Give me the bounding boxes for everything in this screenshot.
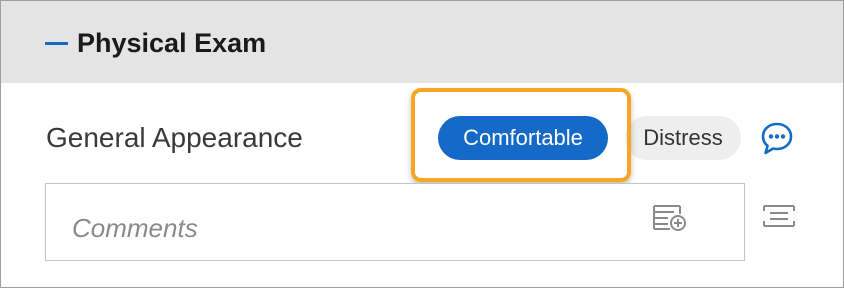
comments-placeholder: Comments — [72, 213, 198, 243]
general-appearance-label: General Appearance — [46, 122, 303, 153]
option-distress-button[interactable]: Distress — [625, 116, 741, 160]
add-note-icon[interactable] — [652, 202, 688, 232]
exam-panel: Physical Exam General Appearance Comfort… — [0, 0, 844, 288]
highlight-callout — [411, 88, 631, 182]
comments-field[interactable]: Comments — [45, 183, 745, 261]
section-title: Physical Exam — [77, 28, 267, 58]
comment-bubble-icon[interactable] — [760, 121, 794, 157]
section-header[interactable]: Physical Exam — [1, 1, 843, 83]
template-list-icon[interactable] — [761, 203, 797, 229]
minus-icon[interactable] — [45, 42, 68, 45]
